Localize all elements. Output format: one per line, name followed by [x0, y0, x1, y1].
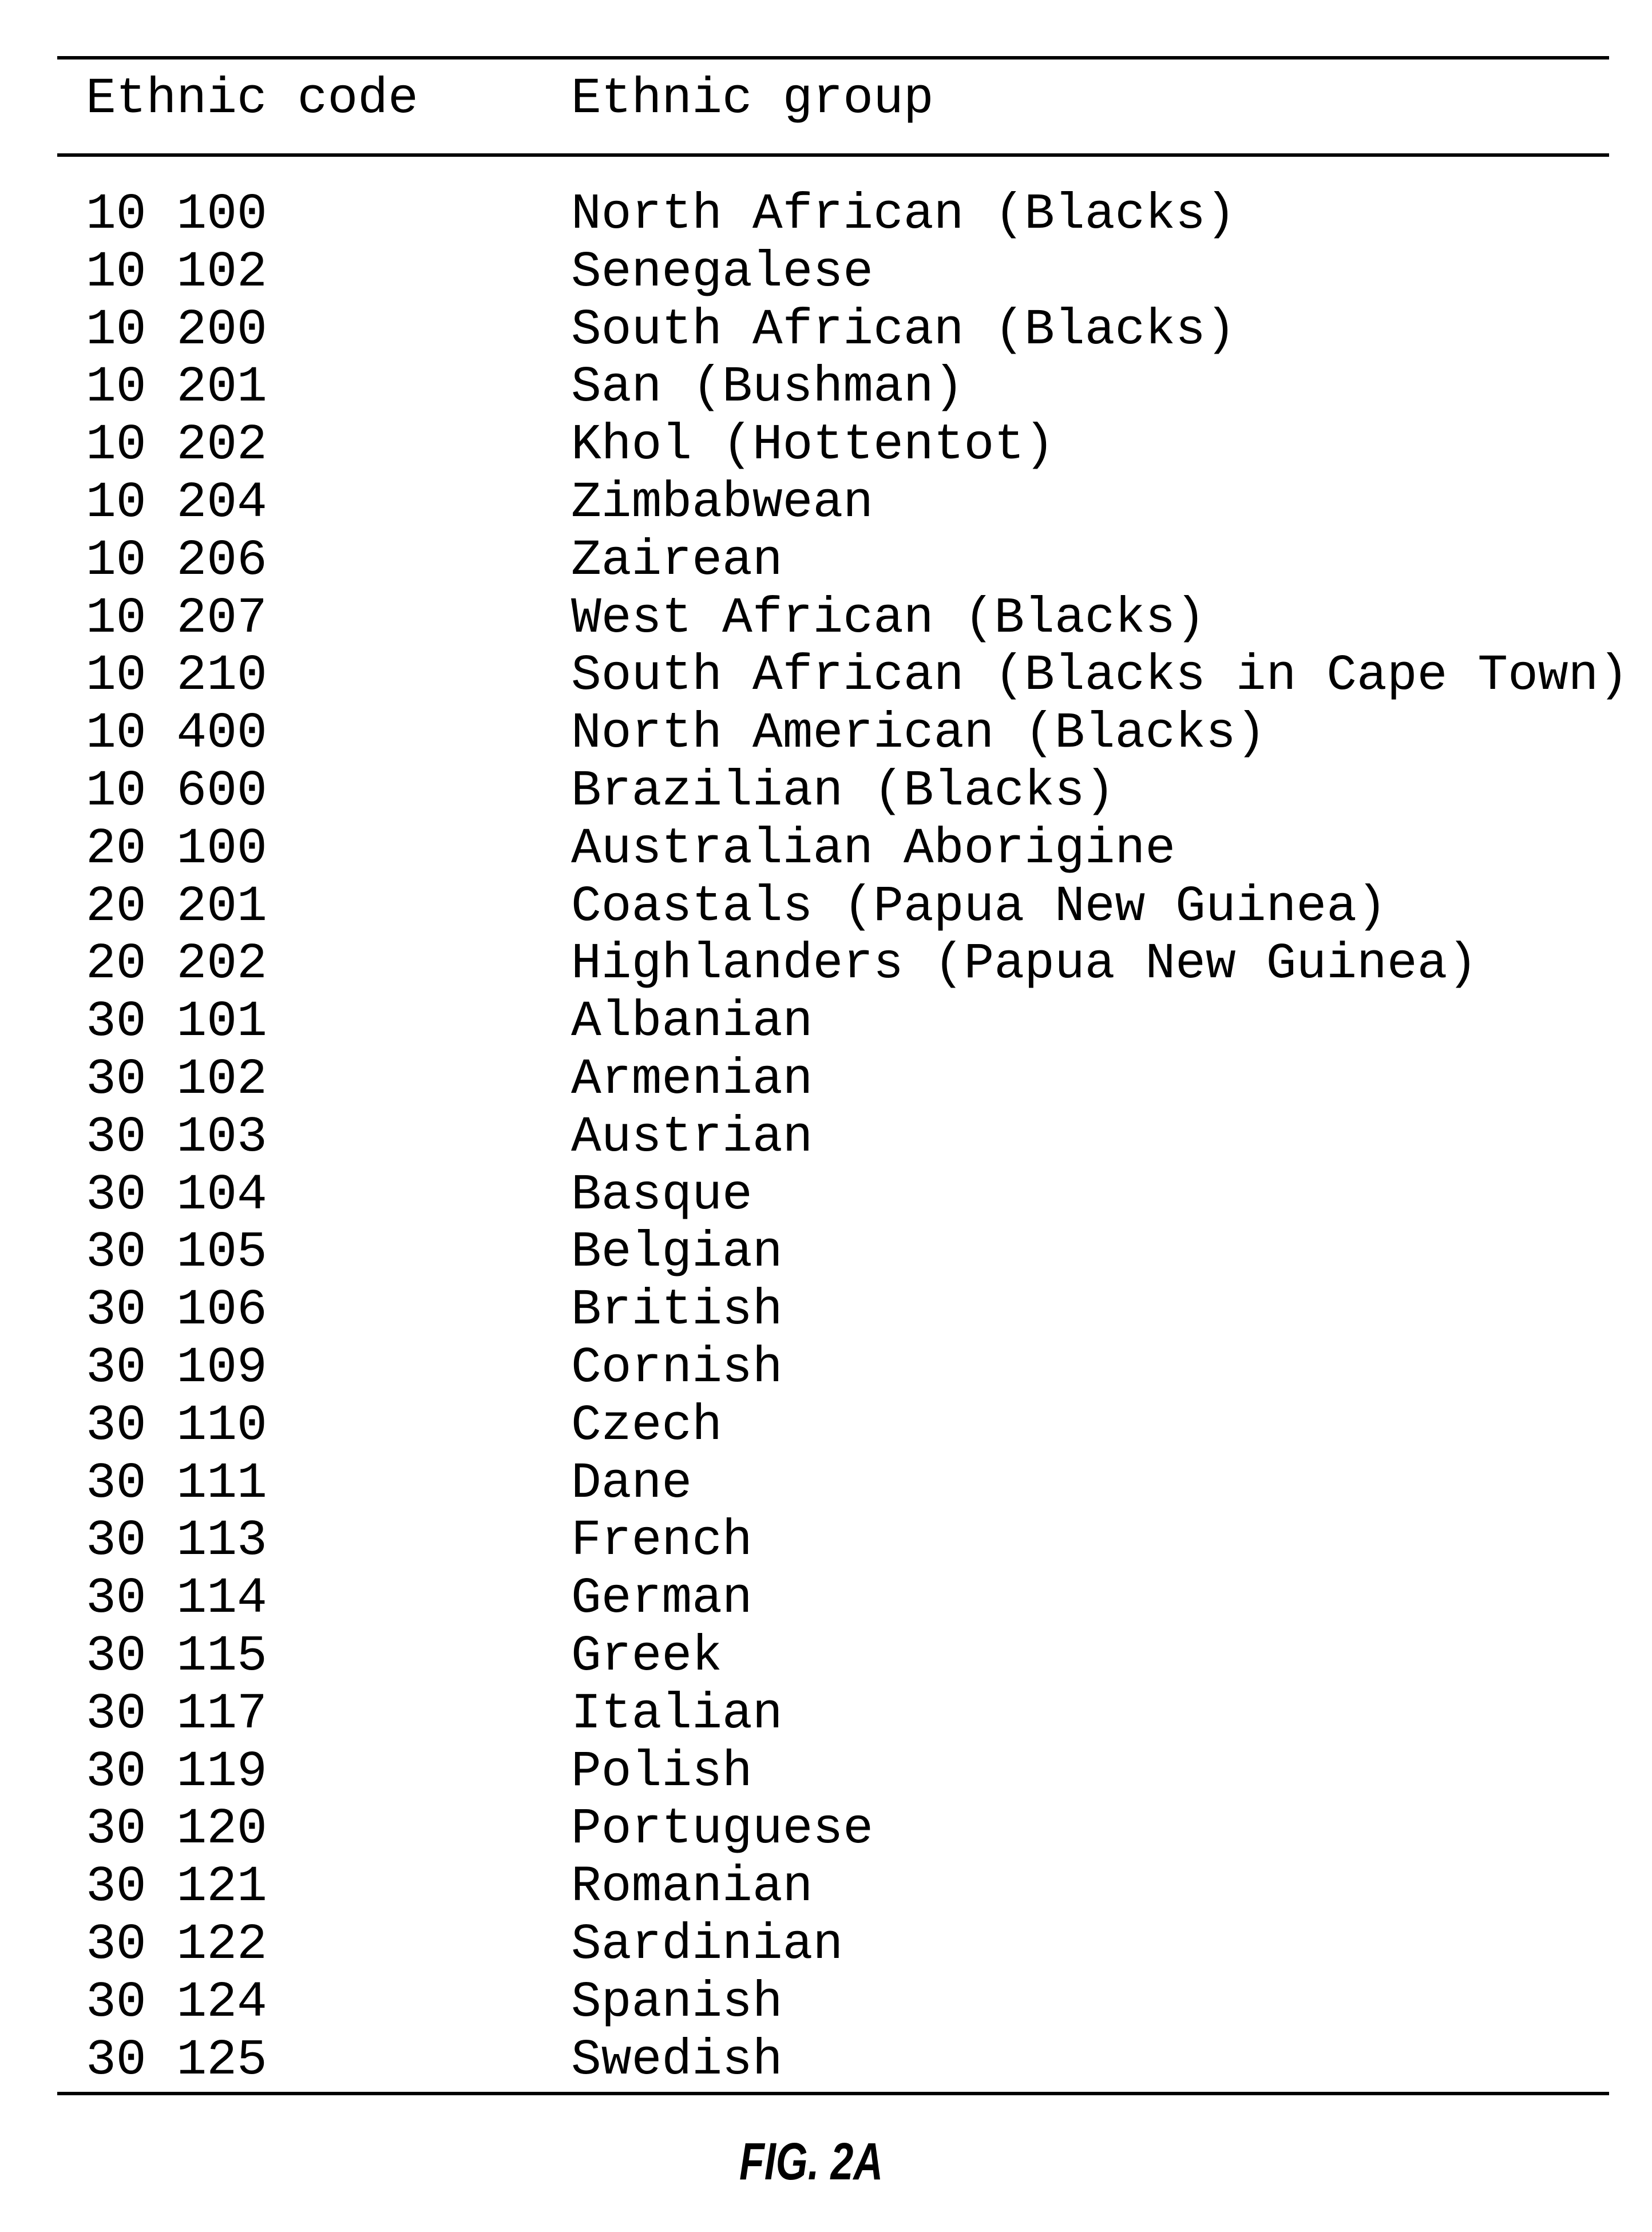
ethnic-code-cell: 10 102 [86, 244, 267, 301]
ethnic-group-cell: Austrian [571, 1109, 813, 1166]
ethnic-group-cell: Senegalese [571, 244, 874, 301]
ethnic-group-cell: Dane [571, 1456, 692, 1512]
ethnic-code-cell: 10 204 [86, 475, 267, 532]
ethnic-code-cell: 30 111 [86, 1456, 267, 1512]
ethnic-group-cell: Brazilian (Blacks) [571, 763, 1115, 820]
ethnic-group-cell: North American (Blacks) [571, 705, 1266, 762]
ethnic-group-cell: San (Bushman) [571, 359, 964, 416]
ethnic-group-cell: Highlanders (Papua New Guinea) [571, 936, 1478, 993]
ethnic-group-cell: Romanian [571, 1859, 813, 1916]
ethnic-code-cell: 10 202 [86, 417, 267, 474]
ethnic-code-cell: 30 110 [86, 1398, 267, 1454]
ethnic-group-cell: Zimbabwean [571, 475, 874, 532]
ethnic-code-cell: 30 106 [86, 1282, 267, 1339]
ethnic-group-cell: French [571, 1513, 752, 1569]
ethnic-code-cell: 30 101 [86, 994, 267, 1050]
ethnic-group-cell: North African (Blacks) [571, 187, 1236, 243]
ethnic-group-cell: Polish [571, 1744, 752, 1801]
ethnic-group-cell: Belgian [571, 1224, 783, 1281]
ethnic-group-cell: Greek [571, 1628, 723, 1685]
ethnic-group-cell: South African (Blacks in Cape Town) [571, 648, 1629, 704]
ethnic-group-cell: South African (Blacks) [571, 302, 1236, 359]
ethnic-code-cell: 30 125 [86, 2032, 267, 2089]
ethnic-code-cell: 10 100 [86, 187, 267, 243]
ethnic-group-cell: British [571, 1282, 783, 1339]
ethnic-group-cell: Coastals (Papua New Guinea) [571, 879, 1387, 935]
ethnic-group-cell: Portuguese [571, 1801, 874, 1858]
ethnic-group-cell: Spanish [571, 1975, 783, 2031]
ethnic-code-cell: 20 202 [86, 936, 267, 993]
ethnic-group-cell: Zairean [571, 533, 783, 589]
ethnic-group-cell: Armenian [571, 1052, 813, 1108]
ethnic-code-cell: 20 201 [86, 879, 267, 935]
ethnic-code-cell: 10 207 [86, 590, 267, 647]
ethnic-group-cell: Italian [571, 1686, 783, 1743]
ethnic-group-cell: Swedish [571, 2032, 783, 2089]
table-bottom-rule [57, 2092, 1609, 2095]
ethnic-code-cell: 20 100 [86, 821, 267, 878]
ethnic-code-cell: 30 117 [86, 1686, 267, 1743]
ethnic-group-cell: Australian Aborigine [571, 821, 1176, 878]
ethnic-group-cell: Czech [571, 1398, 723, 1454]
ethnic-code-cell: 30 124 [86, 1975, 267, 2031]
ethnic-code-cell: 10 210 [86, 648, 267, 704]
figure-caption: FIG. 2A [739, 2132, 884, 2191]
ethnic-group-cell: West African (Blacks) [571, 590, 1206, 647]
ethnic-code-cell: 30 119 [86, 1744, 267, 1801]
ethnic-group-cell: Cornish [571, 1340, 783, 1397]
ethnic-code-cell: 10 200 [86, 302, 267, 359]
ethnic-code-cell: 10 600 [86, 763, 267, 820]
ethnic-group-cell: German [571, 1571, 752, 1627]
ethnic-code-cell: 10 201 [86, 359, 267, 416]
ethnic-code-cell: 30 103 [86, 1109, 267, 1166]
ethnic-code-cell: 30 122 [86, 1917, 267, 1973]
ethnic-group-cell: Basque [571, 1167, 752, 1224]
table-body: 10 100 North African (Blacks) 10 102 Senega… [0, 0, 1652, 2232]
ethnic-group-cell: Albanian [571, 994, 813, 1050]
ethnic-code-cell: 30 104 [86, 1167, 267, 1224]
ethnic-code-cell: 30 102 [86, 1052, 267, 1108]
ethnic-code-cell: 30 105 [86, 1224, 267, 1281]
ethnic-code-cell: 30 114 [86, 1571, 267, 1627]
ethnic-code-cell: 30 115 [86, 1628, 267, 1685]
ethnic-code-cell: 30 113 [86, 1513, 267, 1569]
ethnic-group-cell: Khol (Hottentot) [571, 417, 1055, 474]
ethnic-code-cell: 30 120 [86, 1801, 267, 1858]
ethnic-code-cell: 10 206 [86, 533, 267, 589]
ethnic-code-cell: 10 400 [86, 705, 267, 762]
ethnic-group-cell: Sardinian [571, 1917, 843, 1973]
ethnic-code-cell: 30 109 [86, 1340, 267, 1397]
ethnic-code-cell: 30 121 [86, 1859, 267, 1916]
